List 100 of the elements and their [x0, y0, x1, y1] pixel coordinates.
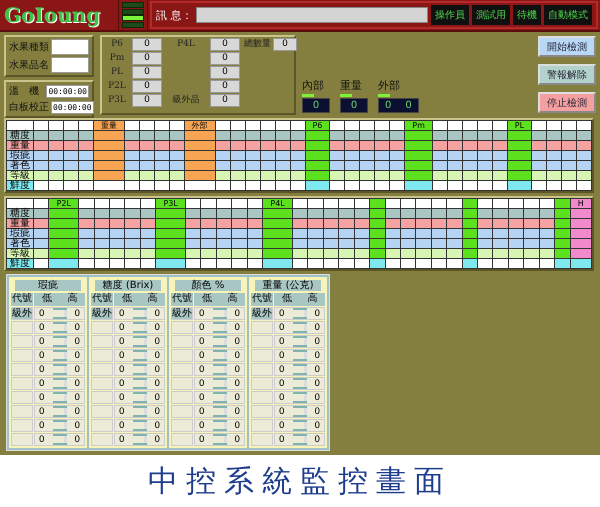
low-value: 0 — [38, 406, 45, 416]
high-value: 0 — [314, 420, 320, 430]
low-value: 0 — [278, 406, 285, 416]
gauge-reading: 0 — [405, 100, 412, 111]
range-icon — [132, 308, 146, 319]
high-value: 0 — [314, 392, 320, 402]
column-header: P4L — [263, 199, 292, 208]
column-header: 代號 — [11, 293, 33, 306]
range-icon — [132, 378, 146, 389]
high-value: 0 — [314, 308, 320, 318]
range-icon — [292, 434, 306, 445]
input-field[interactable] — [51, 57, 89, 73]
range-icon — [292, 392, 306, 403]
gauge-label: 重量 — [340, 78, 363, 93]
low-value: 0 — [38, 322, 45, 332]
range-icon — [212, 434, 226, 445]
action-button[interactable]: 開始檢測 — [538, 36, 596, 57]
low-value: 0 — [198, 434, 205, 444]
low-value: 0 — [198, 322, 205, 332]
count-field: 0 — [132, 52, 162, 65]
column-header: PL — [508, 121, 532, 130]
high-value: 0 — [74, 364, 80, 374]
code-cell: 級外 — [171, 307, 193, 320]
range-icon — [212, 322, 226, 333]
count-field: 0 — [132, 80, 162, 93]
gauge-reading: 0 — [312, 100, 320, 111]
high-value: 0 — [74, 336, 80, 346]
high-value: 0 — [74, 434, 80, 444]
code-cell: 級外 — [251, 307, 273, 320]
row-label: 重量 — [7, 219, 33, 228]
status-indicator: 待機 — [513, 5, 541, 25]
status-indicator: 測試用 — [472, 5, 510, 25]
column-header: 高 — [147, 293, 158, 306]
low-value: 0 — [278, 350, 285, 360]
low-value: 0 — [38, 392, 45, 402]
range-icon — [212, 336, 226, 347]
high-value: 0 — [234, 392, 240, 402]
high-value: 0 — [154, 308, 160, 318]
range-icon — [52, 322, 66, 333]
gauge-indicator — [302, 94, 314, 97]
column-header: 重量 — [94, 121, 124, 130]
range-icon — [292, 350, 306, 361]
action-button[interactable]: 警報解除 — [538, 64, 596, 85]
row-label: 著色 — [7, 161, 33, 170]
high-value: 0 — [314, 434, 320, 444]
column-header: 高 — [67, 293, 78, 306]
low-value: 0 — [278, 378, 285, 388]
high-value: 0 — [234, 336, 240, 346]
high-value: 0 — [154, 434, 160, 444]
row-label: 鮮度 — [7, 259, 33, 268]
row-label: 瑕疵 — [7, 151, 33, 160]
high-value: 0 — [74, 322, 80, 332]
input-field[interactable] — [51, 39, 89, 55]
range-icon — [212, 364, 226, 375]
low-value: 0 — [278, 308, 285, 318]
code-cell: 級外 — [11, 307, 33, 320]
range-icon — [132, 434, 146, 445]
message-label: 訊 息： — [156, 8, 192, 22]
gauge-reading: 0 — [350, 100, 358, 111]
high-value: 0 — [234, 406, 240, 416]
high-value: 0 — [314, 406, 320, 416]
column-header: 代號 — [91, 293, 113, 306]
count-field: 0 — [210, 52, 240, 65]
panel-title: 瑕疵 — [15, 280, 81, 291]
action-button[interactable]: 停止檢測 — [538, 92, 596, 113]
column-header: 代號 — [171, 293, 193, 306]
low-value: 0 — [118, 392, 125, 402]
column-header: P2L — [49, 199, 78, 208]
high-value: 0 — [154, 406, 160, 416]
grade-label: P2L — [107, 80, 127, 93]
low-value: 0 — [278, 434, 285, 444]
range-icon — [292, 336, 306, 347]
total-field: 0 — [273, 38, 297, 51]
column-header: 高 — [307, 293, 318, 306]
grade-label: P4L — [176, 38, 196, 51]
range-icon — [212, 392, 226, 403]
gauge-label: 外部 — [378, 78, 401, 93]
high-value: 0 — [314, 350, 320, 360]
row-label: 重量 — [7, 141, 33, 150]
high-value: 0 — [314, 322, 320, 332]
range-icon — [52, 350, 66, 361]
low-value: 0 — [118, 406, 125, 416]
count-field: 0 — [210, 38, 240, 51]
low-value: 0 — [118, 322, 125, 332]
gauge-label: 內部 — [302, 78, 325, 93]
row-label: 等級 — [7, 249, 33, 258]
range-icon — [52, 420, 66, 431]
count-field: 0 — [210, 66, 240, 79]
range-icon — [292, 308, 306, 319]
high-value: 0 — [154, 420, 160, 430]
count-field: 0 — [132, 94, 162, 107]
low-value: 0 — [38, 378, 45, 388]
low-value: 0 — [38, 420, 45, 430]
range-icon — [52, 434, 66, 445]
range-icon — [132, 406, 146, 417]
low-value: 0 — [198, 364, 205, 374]
timer-field: 00:00:00 — [46, 84, 89, 98]
field-label: 水果種類 — [9, 40, 49, 54]
range-icon — [52, 392, 66, 403]
logo: GoIoung — [3, 2, 102, 29]
